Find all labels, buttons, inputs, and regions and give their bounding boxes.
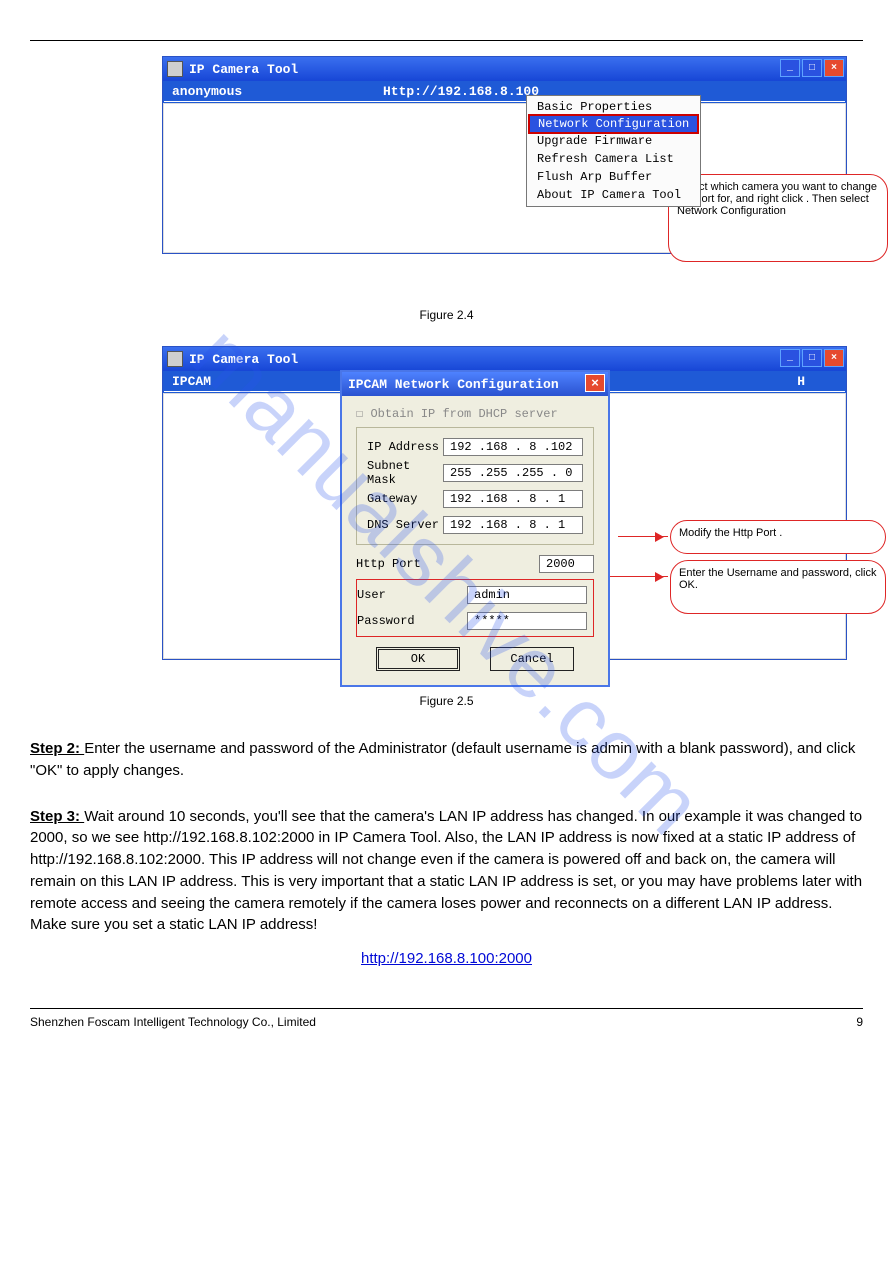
gw-label: Gateway — [367, 492, 443, 506]
user-field[interactable]: admin — [467, 586, 587, 604]
ip-field[interactable]: 192 .168 . 8 .102 — [443, 438, 583, 456]
gw-field[interactable]: 192 .168 . 8 . 1 — [443, 490, 583, 508]
minimize-button[interactable]: _ — [780, 349, 800, 367]
window-title: IP Camera Tool — [189, 62, 298, 77]
menu-upgrade-firmware[interactable]: Upgrade Firmware — [527, 132, 700, 150]
dialog-titlebar[interactable]: IPCAM Network Configuration × — [342, 372, 608, 396]
cancel-button[interactable]: Cancel — [490, 647, 574, 671]
close-button[interactable]: × — [824, 349, 844, 367]
dns-field[interactable]: 192 .168 . 8 . 1 — [443, 516, 583, 534]
password-field[interactable]: ***** — [467, 612, 587, 630]
menu-flush-arp[interactable]: Flush Arp Buffer — [527, 168, 700, 186]
footer: Shenzhen Foscam Intelligent Technology C… — [30, 1008, 863, 1029]
callout-cred: Enter the Username and password, click O… — [670, 560, 886, 614]
window-titlebar[interactable]: IP Camera Tool _ □ × — [163, 57, 846, 81]
callout-arrow-cred — [610, 576, 668, 577]
app-icon — [167, 61, 183, 77]
dhcp-label: Obtain IP from DHCP server — [370, 407, 557, 421]
dialog-close-button[interactable]: × — [585, 374, 605, 392]
network-config-dialog: IPCAM Network Configuration × ☐ Obtain I… — [340, 370, 610, 687]
callout-arrow-port — [618, 536, 668, 537]
mask-field[interactable]: 255 .255 .255 . 0 — [443, 464, 583, 482]
mask-label: Subnet Mask — [367, 459, 443, 487]
user-label: User — [357, 588, 467, 602]
menu-network-configuration[interactable]: Network Configuration — [528, 114, 699, 134]
maximize-button[interactable]: □ — [802, 59, 822, 77]
footer-copyright: Shenzhen Foscam Intelligent Technology C… — [30, 1015, 316, 1029]
dns-label: DNS Server — [367, 518, 443, 532]
http-port-field[interactable]: 2000 — [539, 555, 594, 573]
figure-caption-1: Figure 2.4 — [30, 308, 863, 322]
camera-name-cell[interactable]: anonymous — [164, 82, 379, 101]
dhcp-checkbox[interactable]: ☐ Obtain IP from DHCP server — [356, 406, 594, 421]
callout-port: Modify the Http Port . — [670, 520, 886, 554]
menu-refresh-list[interactable]: Refresh Camera List — [527, 150, 700, 168]
window-title-2: IP Camera Tool — [189, 352, 298, 367]
step2-paragraph: Step 2: Enter the username and password … — [30, 738, 863, 782]
minimize-button[interactable]: _ — [780, 59, 800, 77]
close-button[interactable]: × — [824, 59, 844, 77]
ok-button[interactable]: OK — [376, 647, 460, 671]
figure-caption-2: Figure 2.5 — [30, 694, 863, 708]
password-label: Password — [357, 614, 467, 628]
dialog-title: IPCAM Network Configuration — [348, 377, 559, 392]
example-url-link[interactable]: http://192.168.8.100:2000 — [361, 950, 532, 967]
ip-label: IP Address — [367, 440, 443, 454]
port-label: Http Port — [356, 557, 466, 571]
header-rule — [30, 40, 863, 41]
menu-about[interactable]: About IP Camera Tool — [527, 186, 700, 204]
maximize-button[interactable]: □ — [802, 349, 822, 367]
window-titlebar-2[interactable]: IP Camera Tool _ □ × — [163, 347, 846, 371]
context-menu: Basic Properties Network Configuration U… — [526, 95, 701, 207]
step3-paragraph: Step 3: Wait around 10 seconds, you'll s… — [30, 806, 863, 937]
app-icon — [167, 351, 183, 367]
footer-page: 9 — [856, 1015, 863, 1029]
